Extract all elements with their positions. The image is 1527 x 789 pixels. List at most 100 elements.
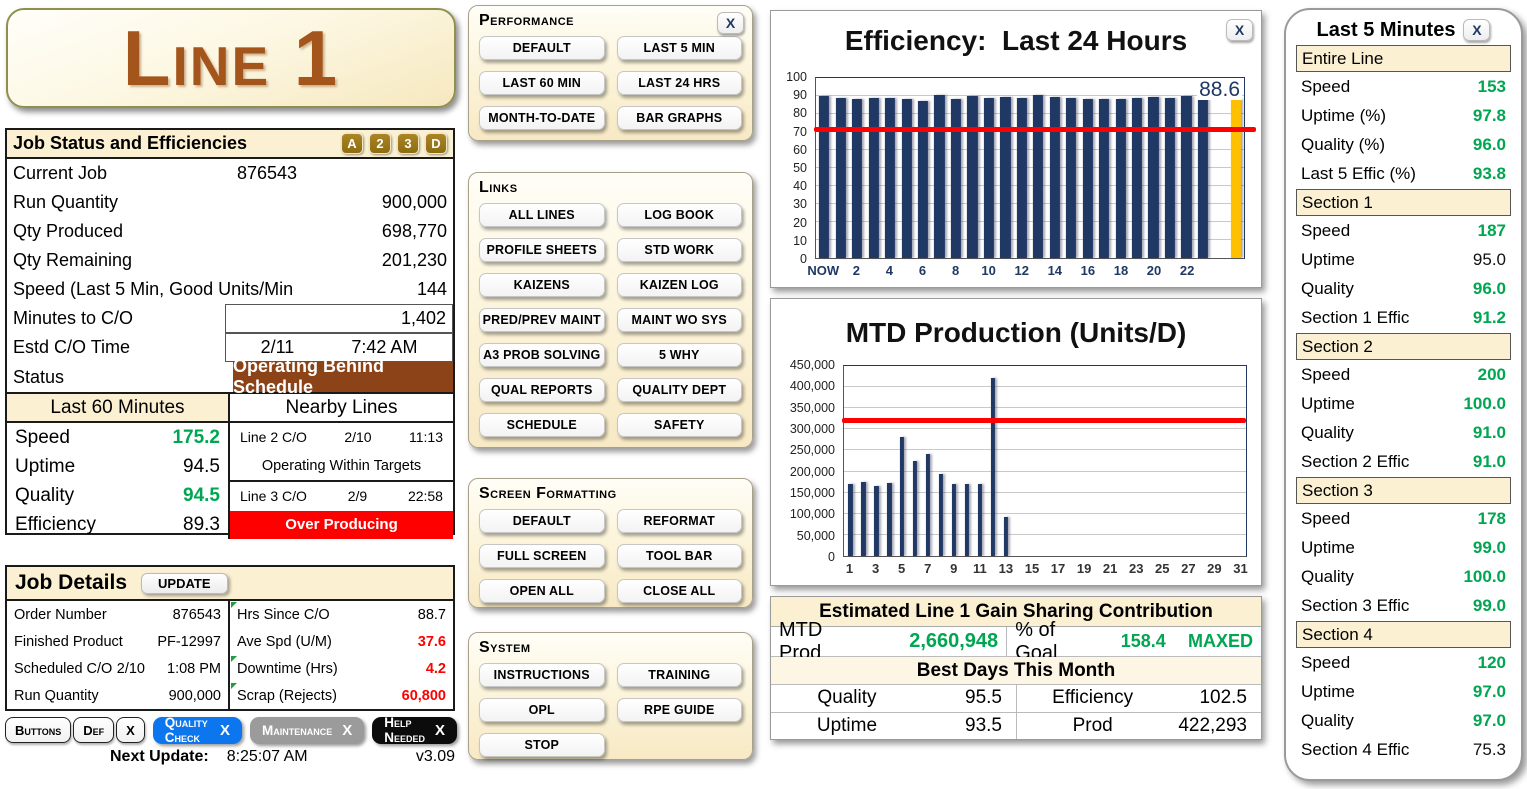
efficiency-24h-chart-card: X Efficiency: Last 24 Hours 100908070605… — [770, 10, 1262, 288]
last60-quality-row: Quality94.5 — [7, 481, 228, 510]
metric-label: Speed — [1301, 77, 1478, 97]
bar — [1148, 97, 1158, 258]
qty-produced-value: 698,770 — [382, 221, 447, 242]
section-header-section-2: Section 2 — [1296, 333, 1511, 360]
buttons-pill-group: Buttons Def X — [5, 717, 145, 743]
performance-close-button[interactable]: X — [717, 12, 744, 34]
finished-product-value: PF-12997 — [157, 634, 221, 650]
links-button-maint-wo-sys[interactable]: MAINT WO SYS — [617, 308, 743, 332]
links-button-5-why[interactable]: 5 WHY — [617, 343, 743, 367]
bar — [874, 486, 878, 556]
view-button-d[interactable]: D — [425, 133, 447, 154]
links-button-qual-reports[interactable]: QUAL REPORTS — [479, 378, 605, 402]
performance-button-last-60-min[interactable]: LAST 60 MIN — [479, 71, 605, 95]
best-days-header: Best Days This Month — [771, 657, 1261, 685]
quality-check-close-icon[interactable]: X — [220, 722, 230, 739]
maintenance-pill[interactable]: MaintenanceX — [250, 717, 364, 744]
bar — [900, 437, 904, 556]
x-tick-label: 5 — [898, 561, 905, 576]
system-button-instructions[interactable]: INSTRUCTIONS — [479, 663, 605, 687]
system-panel: System INSTRUCTIONSTRAININGOPLRPE GUIDES… — [468, 632, 753, 760]
links-button-profile-sheets[interactable]: PROFILE SHEETS — [479, 238, 605, 262]
x-tick-label: 10 — [981, 263, 995, 278]
y-tick-label: 10 — [793, 234, 807, 248]
line3-status-badge: Over Producing — [230, 511, 453, 540]
metric-value: 178 — [1478, 509, 1506, 529]
links-button-pred-prev-maint[interactable]: PRED/PREV MAINT — [479, 308, 605, 332]
y-tick-label: 350,000 — [790, 401, 835, 415]
job-status-title: Job Status and Efficiencies — [13, 133, 335, 154]
mtd-chart-title: MTD Production (Units/D) — [771, 317, 1261, 349]
efficiency-chart-close-button[interactable]: X — [1226, 19, 1253, 41]
performance-button-month-to-date[interactable]: MONTH-TO-DATE — [479, 106, 605, 130]
view-button-a[interactable]: A — [341, 133, 363, 154]
x-tick-label: 22 — [1180, 263, 1194, 278]
links-button-log-book[interactable]: LOG BOOK — [617, 203, 743, 227]
metric-value: 75.3 — [1473, 740, 1506, 760]
links-button-kaizen-log[interactable]: KAIZEN LOG — [617, 273, 743, 297]
last-5-minutes-close-button[interactable]: X — [1463, 19, 1490, 41]
buttons-pill[interactable]: Buttons — [5, 717, 71, 743]
x-tick-label: 1 — [846, 561, 853, 576]
performance-panel: Performance X DEFAULT LAST 5 MIN LAST 60 M… — [468, 5, 753, 141]
system-button-stop[interactable]: STOP — [479, 733, 605, 757]
bar — [978, 484, 982, 556]
links-button-a3-prob-solving[interactable]: A3 PROB SOLVING — [479, 343, 605, 367]
metric-value: 100.0 — [1463, 394, 1506, 414]
y-tick-label: 300,000 — [790, 422, 835, 436]
screen-formatting-button-tool-bar[interactable]: TOOL BAR — [617, 544, 743, 568]
metric-label: Section 3 Effic — [1301, 596, 1473, 616]
update-button[interactable]: UPDATE — [141, 573, 227, 594]
x-tick-label: 16 — [1081, 263, 1095, 278]
links-button-all-lines[interactable]: ALL LINES — [479, 203, 605, 227]
links-button-quality-dept[interactable]: QUALITY DEPT — [617, 378, 743, 402]
screen-formatting-title: Screen Formatting — [479, 485, 617, 502]
system-button-rpe-guide[interactable]: RPE GUIDE — [617, 698, 743, 722]
ave-spd-row: Ave Spd (U/M)37.6 — [230, 628, 453, 655]
bar — [918, 101, 928, 259]
job-details-panel: Job Details UPDATE Order Number876543 Fi… — [5, 565, 455, 711]
mtd-plot-area — [843, 365, 1247, 557]
links-button-kaizens[interactable]: KAIZENS — [479, 273, 605, 297]
links-button-std-work[interactable]: STD WORK — [617, 238, 743, 262]
version-label: v3.09 — [416, 748, 455, 766]
screen-formatting-button-default[interactable]: DEFAULT — [479, 509, 605, 533]
x-tick-label: 15 — [1025, 561, 1039, 576]
pct-of-goal-value: 158.4 — [1105, 627, 1174, 656]
def-pill[interactable]: Def — [73, 717, 114, 743]
performance-button-default[interactable]: DEFAULT — [479, 36, 605, 60]
links-button-schedule[interactable]: SCHEDULE — [479, 413, 605, 437]
bar — [836, 98, 846, 258]
mtd-prod-value: 2,660,948 — [874, 627, 1006, 656]
job-details-header: Job Details UPDATE — [7, 567, 453, 601]
view-button-3[interactable]: 3 — [397, 133, 419, 154]
mtd-y-axis: 450,000400,000350,000300,000250,000200,0… — [771, 365, 841, 557]
system-button-training[interactable]: TRAINING — [617, 663, 743, 687]
quality-check-pill[interactable]: Quality CheckX — [153, 717, 242, 744]
run-quantity-row: Run Quantity 900,000 — [7, 188, 453, 217]
x-tick-label: 20 — [1147, 263, 1161, 278]
maintenance-close-icon[interactable]: X — [342, 722, 352, 739]
performance-button-bar-graphs[interactable]: BAR GRAPHS — [617, 106, 743, 130]
efficiency-y-axis: 1009080706050403020100 — [771, 77, 813, 259]
performance-title: Performance — [479, 12, 574, 29]
screen-formatting-button-close-all[interactable]: CLOSE ALL — [617, 579, 743, 603]
links-button-safety[interactable]: SAFETY — [617, 413, 743, 437]
view-button-2[interactable]: 2 — [369, 133, 391, 154]
screen-formatting-button-open-all[interactable]: OPEN ALL — [479, 579, 605, 603]
help-needed-pill[interactable]: Help NeededX — [372, 717, 457, 744]
performance-button-last-5-min[interactable]: LAST 5 MIN — [617, 36, 743, 60]
help-needed-close-icon[interactable]: X — [435, 722, 445, 739]
scheduled-co-row: Scheduled C/O2/101:08 PM — [7, 655, 228, 682]
system-button-opl[interactable]: OPL — [479, 698, 605, 722]
screen-formatting-button-reformat[interactable]: REFORMAT — [617, 509, 743, 533]
buttons-close-pill[interactable]: X — [116, 717, 145, 743]
screen-formatting-button-full-screen[interactable]: FULL SCREEN — [479, 544, 605, 568]
performance-button-last-24-hrs[interactable]: LAST 24 HRS — [617, 71, 743, 95]
qty-produced-label: Qty Produced — [13, 221, 382, 242]
y-tick-label: 100 — [786, 70, 807, 84]
section-1-section-1-effic-row: Section 1 Effic91.2 — [1296, 303, 1511, 332]
section-2-quality-row: Quality91.0 — [1296, 418, 1511, 447]
y-tick-label: 80 — [793, 106, 807, 120]
hrs-since-co-value: 88.7 — [418, 607, 446, 623]
